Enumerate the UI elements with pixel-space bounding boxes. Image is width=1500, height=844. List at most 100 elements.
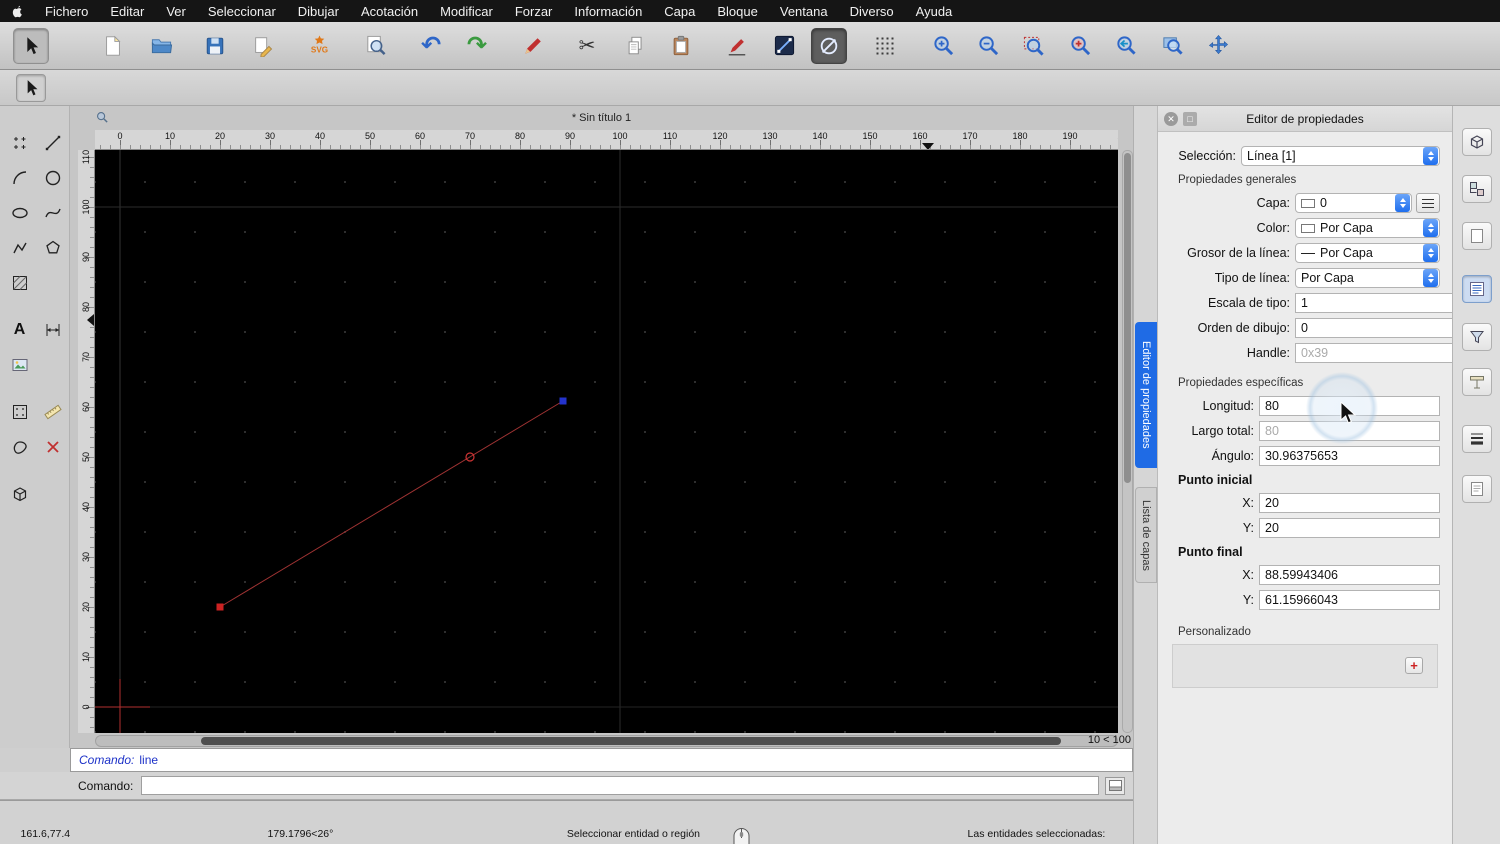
tab-layer-list[interactable]: Lista de capas <box>1135 487 1157 583</box>
menu-item[interactable]: Información <box>563 4 653 19</box>
print-preview-button[interactable] <box>357 28 393 64</box>
angle-input[interactable] <box>1259 446 1440 466</box>
circle-tool-button[interactable] <box>39 165 66 191</box>
cut-button[interactable]: ✂ <box>569 28 605 64</box>
edit-document-button[interactable] <box>245 28 281 64</box>
hatch-tool-button[interactable] <box>6 270 33 296</box>
menu-item[interactable]: Capa <box>653 4 706 19</box>
start-point-handle[interactable] <box>216 603 224 611</box>
menu-item[interactable]: Dibujar <box>287 4 350 19</box>
text-tool-button[interactable]: A <box>6 317 33 343</box>
polyline-tool-button[interactable] <box>6 235 33 261</box>
snap-grid-button[interactable] <box>867 28 903 64</box>
vertical-scroll-thumb[interactable] <box>1124 153 1131 483</box>
menu-item[interactable]: Fichero <box>34 4 99 19</box>
length-input[interactable] <box>1259 396 1440 416</box>
property-editor-panel: ✕ □ Editor de propiedades Selección: Lín… <box>1157 106 1468 844</box>
layer-menu-button[interactable] <box>1416 193 1440 213</box>
ellipse-tool-button[interactable] <box>6 200 33 226</box>
command-dock-button[interactable] <box>1105 776 1126 795</box>
ellipse-null-button[interactable] <box>811 27 847 64</box>
menu-item[interactable]: Ayuda <box>905 4 964 19</box>
select-tool-button[interactable] <box>16 73 46 102</box>
snap-cross-tool-button[interactable] <box>39 434 66 460</box>
horizontal-scroll-thumb[interactable] <box>201 737 1061 745</box>
menu-item[interactable]: Editar <box>99 4 155 19</box>
end-x-input[interactable] <box>1259 565 1440 585</box>
redo-button[interactable]: ↷ <box>459 28 495 64</box>
blank-page-icon <box>1471 229 1483 243</box>
menu-item[interactable]: Bloque <box>706 4 768 19</box>
end-point-handle[interactable] <box>559 397 567 405</box>
drawing-canvas[interactable] <box>95 150 1118 733</box>
polygon-tool-button[interactable] <box>39 235 66 261</box>
line-tool-button[interactable] <box>39 130 66 156</box>
draw-order-input[interactable] <box>1295 318 1468 338</box>
new-document-button[interactable] <box>95 28 131 64</box>
copy-button[interactable] <box>618 28 654 64</box>
measure-tool-button[interactable] <box>39 399 66 425</box>
line-widths-panel-button[interactable] <box>1462 425 1492 453</box>
block-explorer-button[interactable] <box>1462 175 1492 203</box>
type-scale-input[interactable] <box>1295 293 1468 313</box>
line-width-combo[interactable]: Por Capa <box>1295 243 1440 263</box>
command-input[interactable] <box>141 776 1100 795</box>
shape-tool-button[interactable] <box>6 434 33 460</box>
vertical-scrollbar[interactable] <box>1122 150 1133 733</box>
horizontal-scrollbar[interactable] <box>95 735 1118 747</box>
spline-tool-button[interactable] <box>39 200 66 226</box>
line-type-combo[interactable]: Por Capa <box>1295 268 1440 288</box>
zoom-selection-button[interactable] <box>1062 28 1098 64</box>
pen-edit-button[interactable] <box>719 28 755 64</box>
zoom-window-button[interactable] <box>1154 28 1190 64</box>
apple-icon[interactable] <box>0 4 34 19</box>
menu-item[interactable]: Modificar <box>429 4 504 19</box>
previous-view-button[interactable] <box>1107 28 1143 64</box>
notes-panel-button[interactable] <box>1462 475 1492 503</box>
solid-box-tool-button[interactable] <box>6 481 33 507</box>
color-combo[interactable]: Por Capa <box>1295 218 1440 238</box>
library-browser-button[interactable] <box>1462 128 1492 156</box>
line-attributes-button[interactable] <box>766 28 802 64</box>
arc-tool-button[interactable] <box>6 165 33 191</box>
menu-item[interactable]: Diverso <box>839 4 905 19</box>
ruler-number: 50 <box>81 451 91 463</box>
export-svg-button[interactable]: SVG <box>301 28 337 64</box>
drafting-panel-button[interactable] <box>1462 368 1492 396</box>
start-x-input[interactable] <box>1259 493 1440 513</box>
float-panel-icon[interactable]: □ <box>1183 112 1197 126</box>
end-y-input[interactable] <box>1259 590 1440 610</box>
selection-combo[interactable]: Línea [1] <box>1241 146 1440 166</box>
draw-pen-button[interactable] <box>515 28 551 64</box>
menu-item[interactable]: Ver <box>155 4 197 19</box>
menu-item[interactable]: Forzar <box>504 4 564 19</box>
menu-item[interactable]: Acotación <box>350 4 429 19</box>
menu-item[interactable]: Seleccionar <box>197 4 287 19</box>
zoom-out-button[interactable] <box>970 28 1006 64</box>
points-tool-button[interactable] <box>6 130 33 156</box>
dimension-tool-button[interactable] <box>39 317 66 343</box>
property-editor-panel-button[interactable] <box>1462 275 1492 303</box>
menu-item[interactable]: Ventana <box>769 4 839 19</box>
paste-button[interactable] <box>663 28 699 64</box>
selection-filter-button[interactable] <box>1462 323 1492 351</box>
origin-crosshair <box>95 679 150 733</box>
start-y-input[interactable] <box>1259 518 1440 538</box>
pan-arrows-icon <box>1208 34 1228 55</box>
blank-panel-button[interactable] <box>1462 222 1492 250</box>
open-document-button[interactable] <box>143 28 179 64</box>
tab-property-editor[interactable]: Editor de propiedades <box>1135 322 1157 468</box>
image-tool-button[interactable] <box>6 352 33 378</box>
line-entity[interactable] <box>219 400 564 608</box>
close-panel-icon[interactable]: ✕ <box>1164 112 1178 126</box>
zoom-in-button[interactable] <box>925 28 961 64</box>
select-arrow-button[interactable] <box>13 27 49 64</box>
pan-zoom-button[interactable] <box>1200 28 1236 64</box>
stepper-icon <box>1423 219 1438 237</box>
pattern-tool-button[interactable] <box>6 399 33 425</box>
undo-button[interactable]: ↶ <box>413 28 449 64</box>
layer-combo[interactable]: 0 <box>1295 193 1412 213</box>
auto-zoom-button[interactable] <box>1015 28 1051 64</box>
save-document-button[interactable] <box>197 28 233 64</box>
add-custom-property-button[interactable]: + <box>1405 657 1423 674</box>
